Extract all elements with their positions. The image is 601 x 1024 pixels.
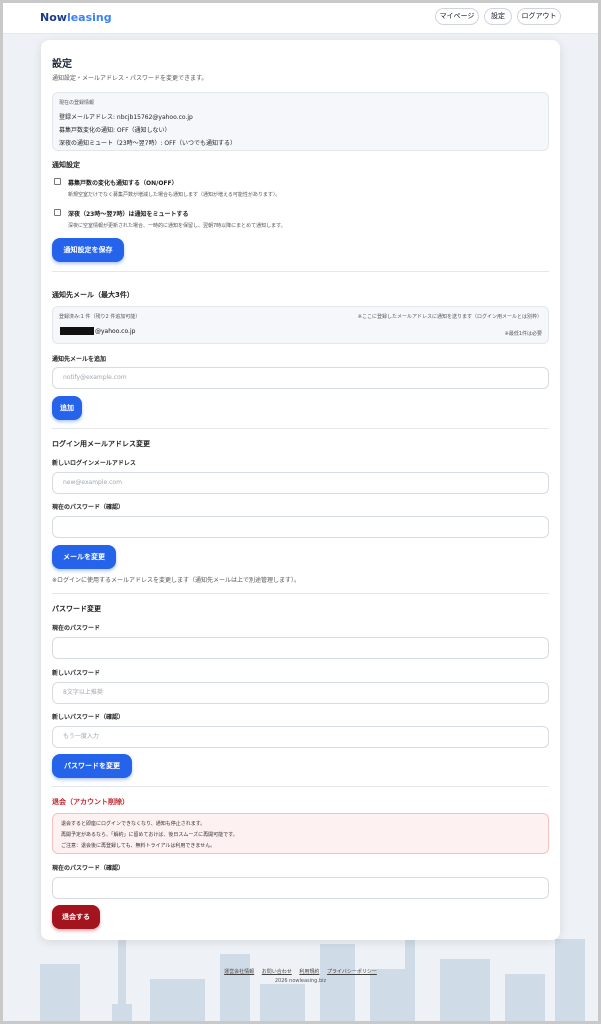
nav-mypage-button[interactable]: マイページ	[435, 8, 479, 25]
withdraw-pw-input[interactable]	[52, 877, 549, 899]
notify-email-heading: 通知先メール（最大3件）	[52, 291, 134, 299]
new-password-input[interactable]: 8文字以上推奨	[52, 682, 549, 704]
login-pw-confirm-input[interactable]	[52, 516, 549, 538]
notify-settings-heading: 通知設定	[52, 161, 80, 169]
new-login-email-input[interactable]: new@example.com	[52, 472, 549, 494]
save-notify-button[interactable]: 通知設定を保存	[52, 238, 124, 262]
current-email-line: 登録メールアドレス: nbcjb15762@yahoo.co.jp	[59, 114, 193, 121]
withdraw-warning-line-2: 再開予定があるなら、「解約」に留めておけば、後日スムーズに再開可能です。	[61, 832, 238, 838]
change-password-button[interactable]: パスワードを変更	[52, 754, 132, 778]
login-pw-confirm-label: 現在のパスワード（確認）	[52, 504, 125, 511]
notify-email-count: 登録済み:1 件（残り2 件追加可能）	[59, 314, 141, 320]
withdraw-pw-label: 現在のパスワード（確認）	[52, 865, 125, 872]
redacted-email-block	[60, 327, 94, 335]
notify-email-input[interactable]: notify@example.com	[52, 367, 549, 389]
notify-email-box: 登録済み:1 件（残り2 件追加可能） ※ここに登録したメールアドレスに通知を送…	[52, 306, 549, 344]
page-subtitle: 通知設定・メールアドレス・パスワードを変更できます。	[52, 75, 208, 82]
current-info-box: 現在の登録情報 登録メールアドレス: nbcjb15762@yahoo.co.j…	[52, 92, 549, 151]
recruit-change-desc: 新規空室だけでなく募集戸数が増減した場合も通知します（通知が増える可能性がありま…	[68, 192, 281, 198]
add-notify-email-button[interactable]: 追加	[52, 396, 82, 420]
password-change-heading: パスワード変更	[52, 605, 101, 613]
withdraw-heading: 退会（アカウント削除）	[52, 798, 129, 806]
settings-card: 設定 通知設定・メールアドレス・パスワードを変更できます。 現在の登録情報 登録…	[41, 40, 560, 940]
recruit-change-label[interactable]: 募集戸数の変化も通知する（ON/OFF）	[68, 178, 178, 187]
site-logo[interactable]: Nowleasing	[40, 11, 112, 24]
add-notify-email-label: 通知先メールを追加	[52, 356, 107, 363]
footer: 運営会社情報 お問い合わせ 利用規約 プライバシーポリシー 2026 nowle…	[0, 968, 601, 984]
footer-copyright: 2026 nowleasing.biz	[274, 978, 327, 984]
nav-settings-button[interactable]: 設定	[484, 8, 512, 25]
withdraw-warning-line-3: ご注意：退会後に再登録しても、無料トライアルは利用できません。	[61, 843, 216, 849]
new-password-label: 新しいパスワード	[52, 670, 101, 677]
footer-link-company[interactable]: 運営会社情報	[224, 969, 254, 975]
confirm-password-input[interactable]: もう一度入力	[52, 726, 549, 748]
recruit-change-checkbox[interactable]	[54, 178, 61, 185]
current-night-line: 深夜の通知ミュート（23時〜翌7時）: OFF（いつでも通知する）	[59, 140, 237, 147]
divider	[52, 428, 549, 429]
confirm-password-label: 新しいパスワード（確認）	[52, 714, 125, 721]
night-mute-checkbox[interactable]	[54, 209, 61, 216]
night-mute-desc: 深夜に空室情報が更新された場合、一時的に通知を保留し、翌朝7時以降にまとめて通知…	[68, 223, 286, 229]
footer-link-privacy[interactable]: プライバシーポリシー	[327, 969, 377, 975]
notify-email-note: ※ここに登録したメールアドレスに通知を送ります（ログイン用メールとは別枠）	[357, 314, 542, 320]
withdraw-warning-box: 退会すると即座にログインできなくなり、通知も停止されます。 再開予定があるなら、…	[52, 813, 549, 854]
logo-text-leasing: leasing	[66, 11, 112, 24]
current-recruit-line: 募集戸数変化の通知: OFF（通知しない）	[59, 127, 171, 134]
footer-link-contact[interactable]: お問い合わせ	[262, 969, 292, 975]
divider	[52, 271, 549, 272]
divider	[52, 593, 549, 594]
login-email-note: ※ログインに使用するメールアドレスを変更します（通知先メールは上で別途管理します…	[52, 577, 301, 584]
footer-link-terms[interactable]: 利用規約	[299, 969, 319, 975]
login-email-heading: ログイン用メールアドレス変更	[52, 440, 150, 448]
current-password-input[interactable]	[52, 637, 549, 659]
withdraw-button[interactable]: 退会する	[52, 905, 100, 929]
change-email-button[interactable]: メールを変更	[52, 545, 116, 569]
top-navigation-bar: Nowleasing マイページ 設定 ログアウト	[0, 0, 601, 34]
page-title: 設定	[52, 59, 72, 70]
night-mute-label[interactable]: 深夜（23時〜翌7時）は通知をミュートする	[68, 209, 189, 218]
divider	[52, 786, 549, 787]
logo-text-now: Now	[40, 11, 67, 24]
notify-email-address: @yahoo.co.jp	[95, 328, 136, 335]
nav-logout-button[interactable]: ログアウト	[517, 8, 561, 25]
notify-email-required: ※最低1件は必要	[504, 331, 542, 337]
current-password-label: 現在のパスワード	[52, 625, 101, 632]
withdraw-warning-line-1: 退会すると即座にログインできなくなり、通知も停止されます。	[61, 821, 206, 827]
footer-links: 運営会社情報 お問い合わせ 利用規約 プライバシーポリシー	[0, 968, 601, 975]
new-login-email-label: 新しいログインメールアドレス	[52, 460, 136, 467]
current-info-heading: 現在の登録情報	[59, 100, 95, 106]
